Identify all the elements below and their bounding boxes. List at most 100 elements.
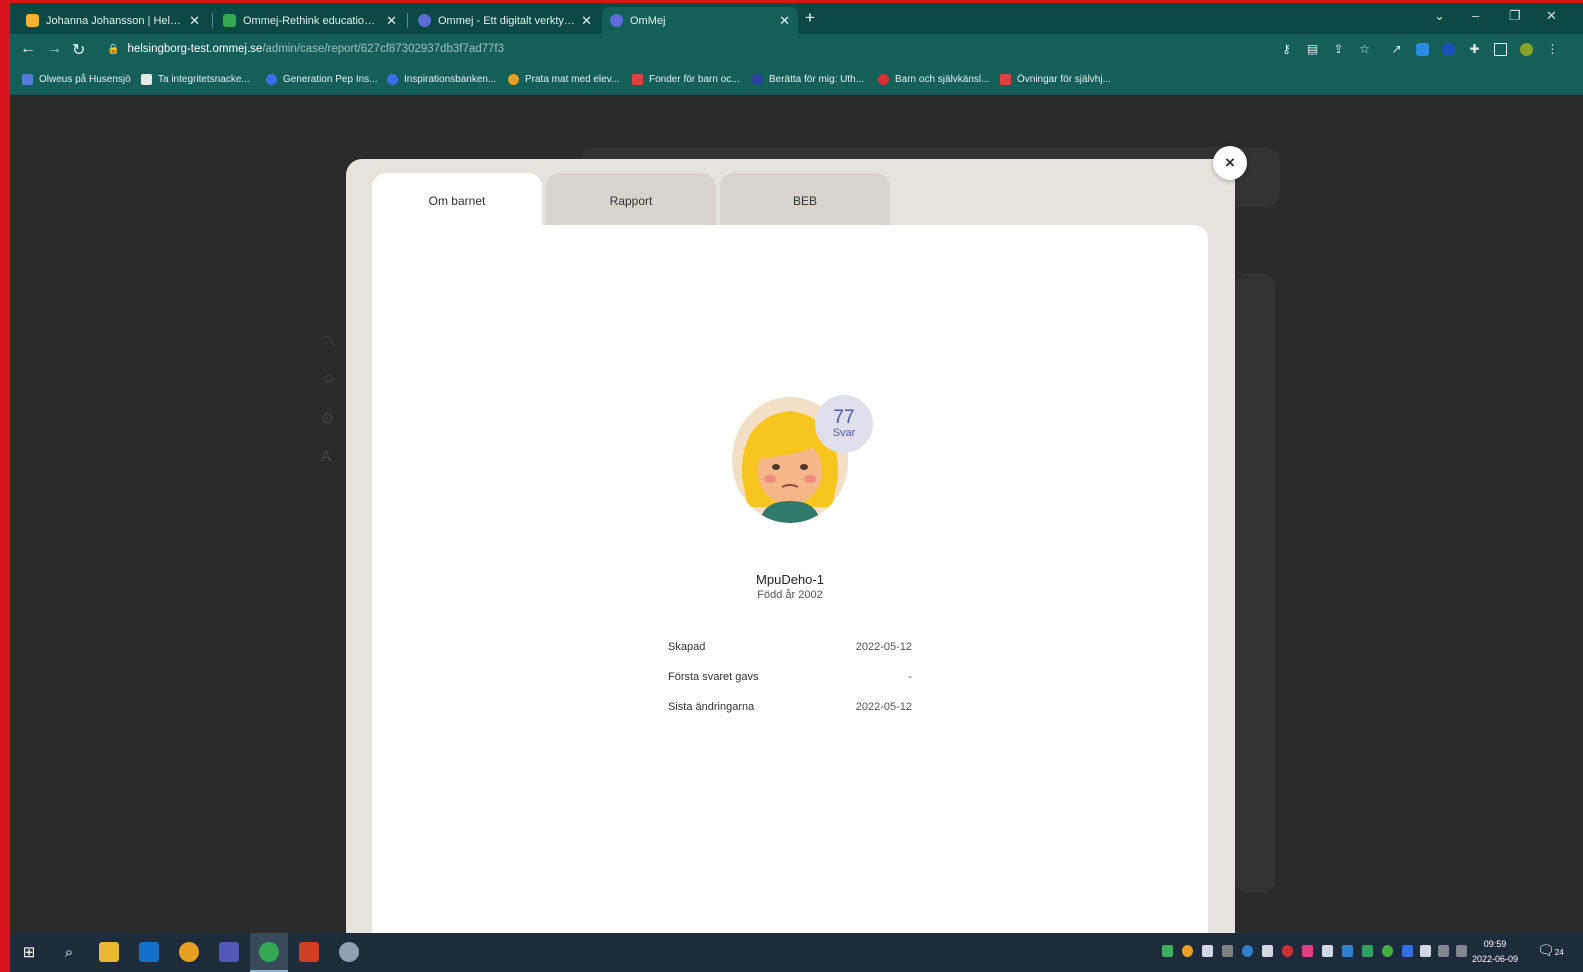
windows-start-icon[interactable]: ⊞ (19, 942, 39, 962)
bg-chart-icon: 〽 (321, 333, 337, 350)
file-explorer-icon[interactable] (99, 942, 119, 962)
child-name: MpuDeho-1 (756, 572, 824, 587)
tray-icon[interactable] (1382, 945, 1393, 957)
bluetooth-icon[interactable] (1402, 945, 1413, 957)
taskbar-clock[interactable]: 09:59 2022-06-09 (1472, 937, 1518, 967)
tab-rapport[interactable]: Rapport (546, 173, 716, 228)
extension-round-icon[interactable] (1442, 43, 1455, 56)
tab-favicon-icon (223, 14, 236, 27)
bookmark-label: Generation Pep Ins... (283, 74, 378, 85)
bookmark-item[interactable]: Barn och självkänsl... (878, 74, 990, 85)
tab-title: Johanna Johansson | Helsingbor (46, 14, 183, 27)
notification-count: 24 (1554, 948, 1564, 957)
browser-tab-active[interactable]: OmMej ✕ (602, 7, 798, 34)
bookmark-label: Ta integritetsnacke... (158, 74, 250, 85)
tab-beb[interactable]: BEB (720, 173, 890, 228)
tab-separator (212, 13, 213, 28)
bookmark-favicon-icon (632, 74, 643, 85)
bookmark-item[interactable]: Olweus på Husensjö (22, 74, 131, 85)
info-row-created: Skapad 2022-05-12 (668, 641, 912, 653)
reload-icon[interactable]: ↻ (72, 40, 85, 60)
tab-title: OmMej (630, 14, 666, 27)
answers-count-badge: 77 Svar (815, 395, 873, 453)
bookmark-item[interactable]: Berätta för mig: Uth... (752, 74, 864, 85)
translate-icon[interactable]: ▤ (1306, 43, 1319, 56)
tab-search-chevron-icon[interactable]: ⌄ (1434, 8, 1445, 24)
extension-arrow-icon[interactable]: ↗ (1390, 43, 1403, 56)
tray-icon[interactable] (1362, 945, 1373, 957)
bookmarks-bar: Olweus på Husensjö Ta integritetsnacke..… (10, 66, 1583, 95)
volume-icon[interactable] (1456, 945, 1467, 957)
bg-people-icon: ☺ (321, 370, 337, 387)
tray-icon[interactable] (1202, 945, 1213, 957)
bookmark-label: Fonder för barn oc... (649, 74, 740, 85)
tray-icon[interactable] (1322, 945, 1333, 957)
bookmark-item[interactable]: Ta integritetsnacke... (141, 74, 250, 85)
teams-icon[interactable] (219, 942, 239, 962)
menu-kebab-icon[interactable]: ⋮ (1546, 43, 1559, 56)
bookmark-label: Övningar för självhj... (1017, 74, 1111, 85)
tray-icon[interactable] (1282, 945, 1293, 957)
tab-close-icon[interactable]: ✕ (189, 13, 200, 29)
extension-blue-icon[interactable] (1416, 43, 1429, 56)
bookmark-item[interactable]: Övningar för självhj... (1000, 74, 1111, 85)
share-icon[interactable]: ⇪ (1332, 43, 1345, 56)
bookmark-item[interactable]: Generation Pep Ins... (266, 74, 378, 85)
bookmark-item[interactable]: Fonder för barn oc... (632, 74, 740, 85)
profile-avatar-icon[interactable] (1520, 43, 1533, 56)
tab-favicon-icon (26, 14, 39, 27)
tab-close-icon[interactable]: ✕ (581, 13, 592, 29)
modal-content: 77 Svar MpuDeho-1 Född år 2002 Skapad 20… (372, 225, 1208, 949)
tab-close-icon[interactable]: ✕ (779, 13, 790, 29)
tray-icon[interactable] (1222, 945, 1233, 957)
tab-separator (407, 13, 408, 28)
tab-favicon-icon (610, 14, 623, 27)
search-icon[interactable]: ⌕ (59, 942, 79, 962)
bookmark-item[interactable]: Prata mat med elev... (508, 74, 619, 85)
key-icon[interactable]: ⚷ (1280, 43, 1293, 56)
browser-tab[interactable]: Ommej-Rethink education med ✕ (215, 7, 405, 34)
tray-icon[interactable] (1162, 945, 1173, 957)
wifi-icon[interactable] (1438, 945, 1449, 957)
url-path: /admin/case/report/627cf87302937db3f7ad7… (262, 43, 505, 55)
back-arrow-icon[interactable]: ← (20, 40, 36, 58)
puzzle-extensions-icon[interactable]: ✚ (1468, 43, 1481, 56)
chrome-active-icon[interactable] (250, 933, 288, 972)
bookmark-favicon-icon (387, 74, 398, 85)
notification-center-icon[interactable]: 🗨24 (1537, 942, 1564, 959)
tray-icon[interactable] (1262, 945, 1273, 957)
bookmark-star-icon[interactable]: ☆ (1358, 43, 1371, 56)
restore-icon[interactable]: ❐ (1509, 8, 1521, 24)
info-row-first-answer: Första svaret gavs - (668, 671, 912, 683)
tray-icon[interactable] (1182, 945, 1193, 957)
window-close-icon[interactable]: ✕ (1546, 8, 1557, 24)
app-icon[interactable] (339, 942, 359, 962)
tab-title: Ommej-Rethink education med (243, 14, 381, 27)
side-panel-icon[interactable] (1494, 43, 1507, 56)
minimize-icon[interactable]: – (1472, 8, 1479, 23)
tab-title: Ommej - Ett digitalt verktyg för (438, 14, 576, 27)
network-icon[interactable] (1420, 945, 1431, 957)
tab-close-icon[interactable]: ✕ (386, 13, 397, 29)
bookmark-label: Inspirationsbanken... (404, 74, 497, 85)
powerpoint-icon[interactable] (299, 942, 319, 962)
tray-icon[interactable] (1342, 945, 1353, 957)
modal-close-button[interactable]: × (1213, 146, 1247, 180)
chrome-icon[interactable] (179, 942, 199, 962)
tab-om-barnet[interactable]: Om barnet (372, 173, 542, 228)
browser-tab[interactable]: Ommej - Ett digitalt verktyg för ✕ (410, 7, 600, 34)
bookmark-label: Olweus på Husensjö (39, 74, 131, 85)
info-label: Skapad (668, 641, 706, 653)
info-value: - (908, 671, 912, 683)
outlook-icon[interactable] (139, 942, 159, 962)
tray-icon[interactable] (1302, 945, 1313, 957)
bookmark-item[interactable]: Inspirationsbanken... (387, 74, 496, 85)
browser-tab[interactable]: Johanna Johansson | Helsingbor ✕ (18, 7, 208, 34)
child-report-modal: Om barnet Rapport BEB 77 Svar MpuDeho-1 … (346, 159, 1235, 949)
answers-label: Svar (832, 427, 856, 439)
forward-arrow-icon[interactable]: → (46, 40, 62, 58)
address-bar[interactable]: 🔒 helsingborg-test.ommej.se/admin/case/re… (107, 43, 504, 55)
new-tab-button[interactable]: + (805, 8, 815, 28)
screen: Johanna Johansson | Helsingbor ✕ Ommej-R… (10, 3, 1583, 972)
tray-icon[interactable] (1242, 945, 1253, 957)
